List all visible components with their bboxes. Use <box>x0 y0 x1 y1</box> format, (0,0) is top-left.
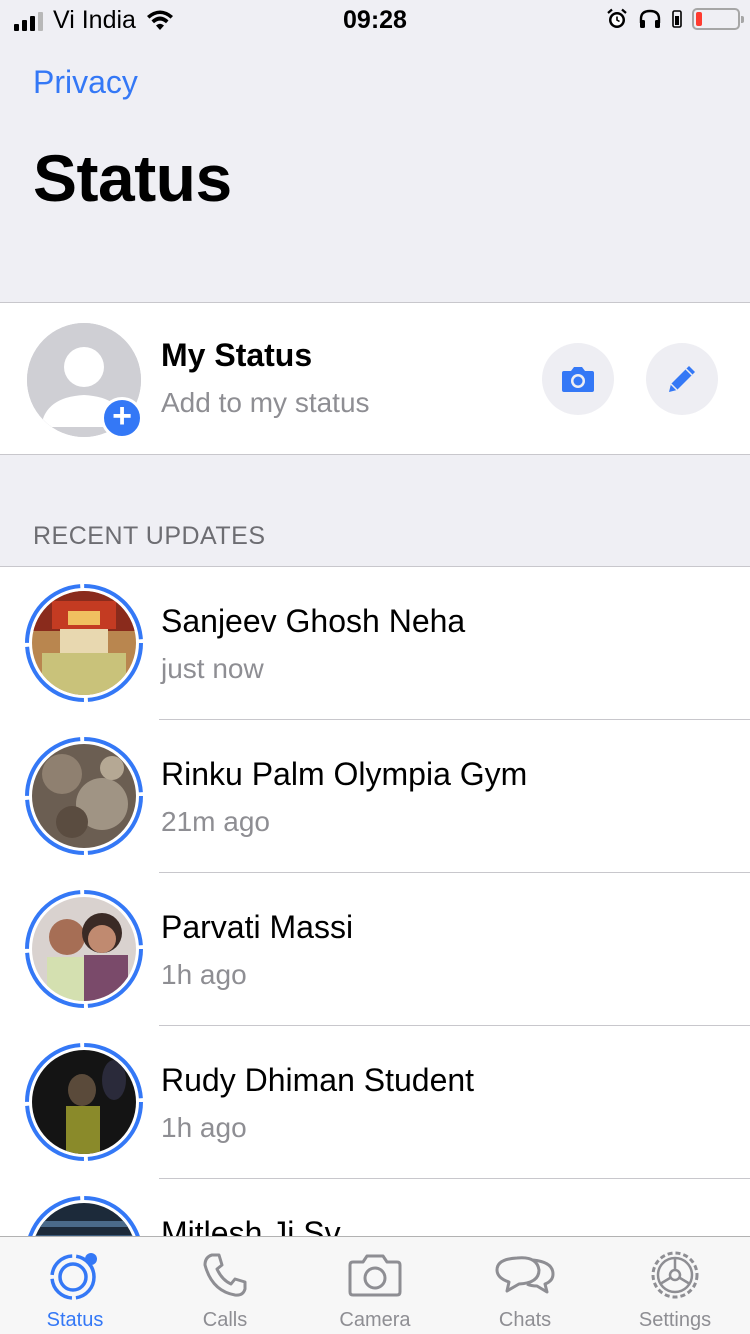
tab-settings[interactable]: Settings <box>600 1237 750 1334</box>
avatar <box>32 1050 136 1154</box>
pencil-icon <box>669 366 695 392</box>
text-status-button[interactable] <box>646 343 718 415</box>
tab-label: Status <box>46 1309 104 1331</box>
phone-icon <box>203 1253 247 1297</box>
contact-name: Mitlesh Ji Sv <box>161 1215 341 1236</box>
page-title: Status <box>33 141 232 215</box>
contact-name: Rudy Dhiman Student <box>161 1062 475 1098</box>
tab-label: Calls <box>202 1309 248 1331</box>
tab-label: Settings <box>638 1309 712 1331</box>
charging-indicator-icon <box>672 10 682 28</box>
list-item[interactable]: Parvati Massi 1h ago <box>0 873 750 1026</box>
status-icon <box>50 1253 97 1300</box>
tab-calls[interactable]: Calls <box>150 1237 300 1334</box>
my-status-subtitle: Add to my status <box>161 387 370 418</box>
tab-status[interactable]: Status <box>0 1237 150 1334</box>
list-item[interactable]: Sanjeev Ghosh Neha just now <box>0 567 750 720</box>
contact-name: Rinku Palm Olympia Gym <box>161 756 528 792</box>
avatar <box>32 897 136 1001</box>
back-button[interactable]: Privacy <box>33 64 138 101</box>
status-thumbnail-image <box>32 1050 136 1154</box>
list-item[interactable]: Mitlesh Ji Sv <box>0 1179 750 1236</box>
update-time: 21m ago <box>161 806 270 837</box>
contact-name: Sanjeev Ghosh Neha <box>161 603 466 639</box>
status-bar: Vi India 09:28 <box>0 0 750 40</box>
status-thumbnail-image <box>32 744 136 848</box>
avatar <box>32 744 136 848</box>
tab-chats[interactable]: Chats <box>450 1237 600 1334</box>
contact-name: Parvati Massi <box>161 909 354 945</box>
recent-updates-list[interactable]: Sanjeev Ghosh Neha just now Rinku Palm O… <box>0 566 750 1236</box>
list-item[interactable]: Rudy Dhiman Student 1h ago <box>0 1026 750 1179</box>
camera-icon <box>348 1254 402 1297</box>
tab-label: Camera <box>339 1309 411 1331</box>
status-thumbnail-image <box>32 897 136 1001</box>
update-time: 1h ago <box>161 959 247 990</box>
update-time: just now <box>161 653 264 684</box>
status-thumbnail-image <box>32 591 136 695</box>
tab-camera[interactable]: Camera <box>300 1237 450 1334</box>
headphones-icon <box>639 9 661 28</box>
chats-icon <box>495 1256 555 1294</box>
list-item[interactable]: Rinku Palm Olympia Gym 21m ago <box>0 720 750 873</box>
camera-status-button[interactable] <box>542 343 614 415</box>
gear-icon <box>651 1251 699 1299</box>
my-status-row[interactable]: + My Status Add to my status <box>0 302 750 455</box>
my-status-title: My Status <box>161 337 313 373</box>
tab-bar: Status Calls Camera Chats Settings <box>0 1236 750 1334</box>
update-time: 1h ago <box>161 1112 247 1143</box>
system-indicators <box>606 8 744 30</box>
battery-icon <box>692 8 744 30</box>
alarm-icon <box>607 8 627 28</box>
camera-icon <box>562 367 594 392</box>
recent-updates-header: RECENT UPDATES <box>33 522 266 550</box>
add-status-badge[interactable]: + <box>101 397 143 439</box>
avatar <box>32 591 136 695</box>
tab-label: Chats <box>498 1309 552 1331</box>
